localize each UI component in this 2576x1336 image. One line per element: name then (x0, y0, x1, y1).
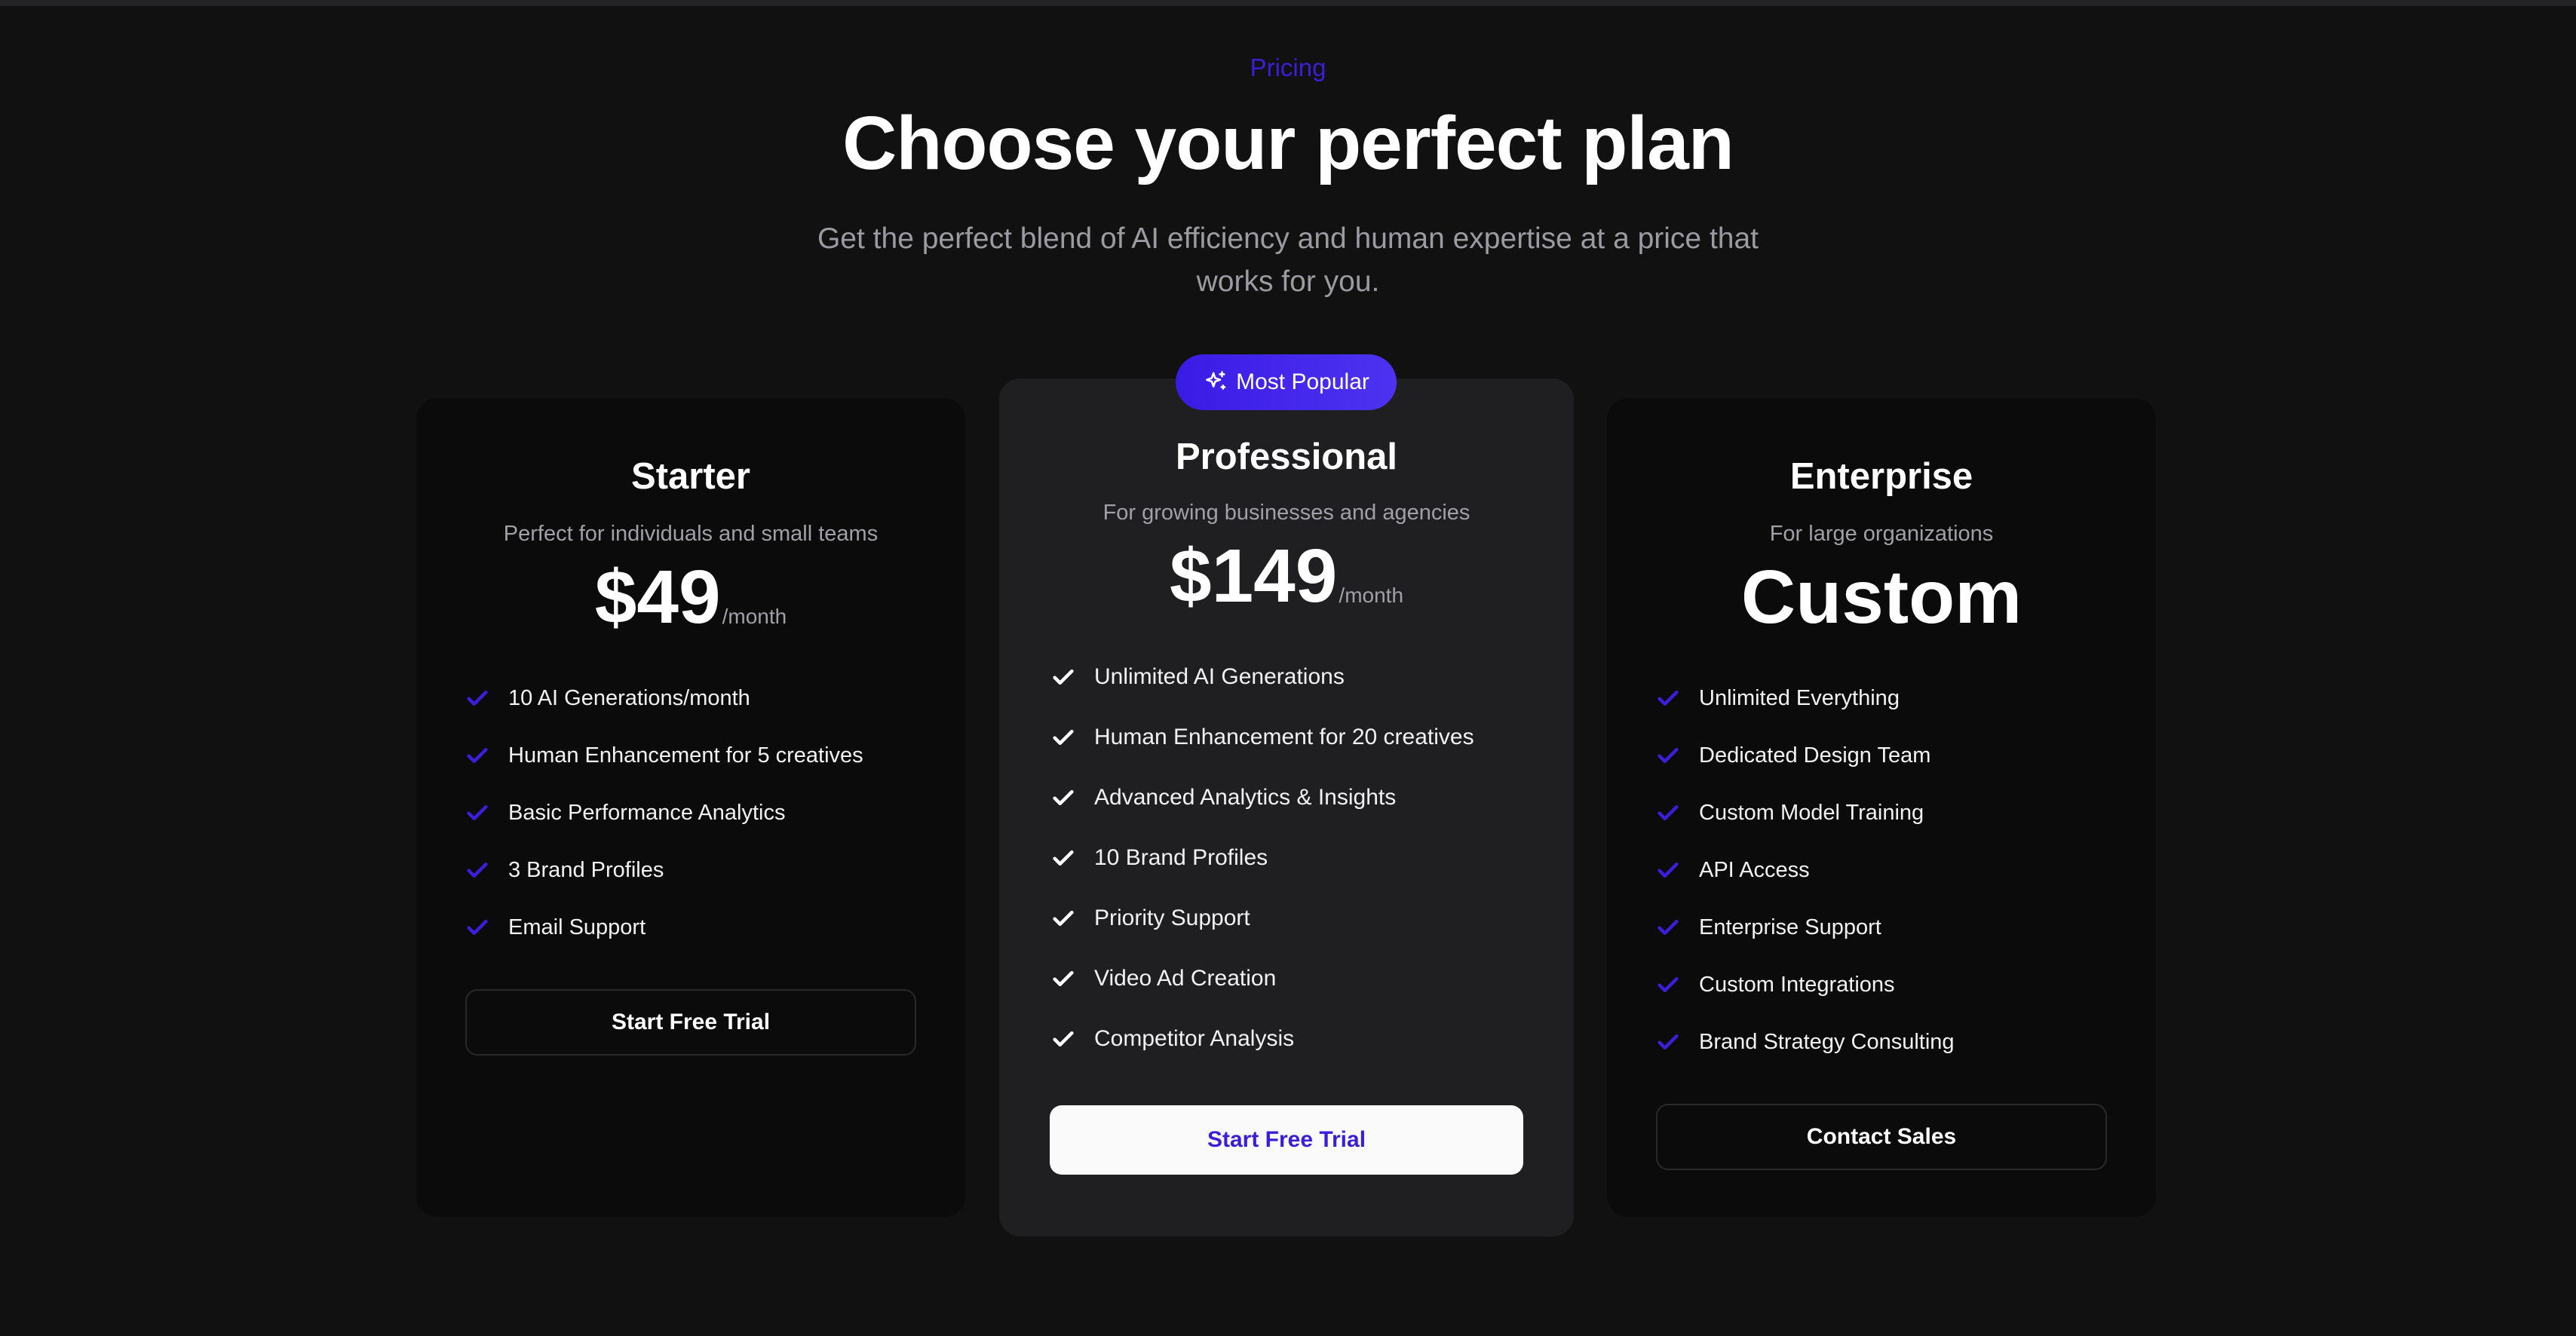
feature-item: Email Support (465, 899, 965, 956)
check-icon (1053, 789, 1074, 806)
start-free-trial-button[interactable]: Start Free Trial (465, 989, 916, 1056)
plan-price: $49 (594, 555, 721, 639)
feature-label: Competitor Analysis (1094, 1026, 1295, 1051)
feature-item: Human Enhancement for 20 creatives (1050, 707, 1574, 768)
check-icon (1658, 919, 1679, 936)
feature-label: Unlimited AI Generations (1094, 664, 1345, 689)
check-icon (1658, 747, 1679, 764)
feature-item: 3 Brand Profiles (465, 841, 965, 899)
pricing-header: Pricing Choose your perfect plan Get the… (0, 48, 2576, 303)
feature-item: Human Enhancement for 5 creatives (465, 727, 965, 784)
plan-description: For large organizations (1769, 522, 1994, 546)
feature-item: Brand Strategy Consulting (1655, 1013, 2156, 1071)
feature-item: Video Ad Creation (1050, 948, 1574, 1009)
feature-item: Priority Support (1050, 888, 1574, 948)
check-icon (1053, 669, 1074, 685)
feature-item: Custom Model Training (1655, 784, 2156, 841)
feature-label: Custom Integrations (1699, 972, 1895, 997)
check-icon (1053, 1031, 1074, 1047)
check-icon (1658, 690, 1679, 706)
plan-card-professional: Professional For growing businesses and … (999, 378, 1574, 1236)
check-icon (1658, 1034, 1679, 1050)
feature-label: Advanced Analytics & Insights (1094, 785, 1397, 810)
price-row: $49 /month (416, 559, 965, 635)
plan-name: Enterprise (1789, 456, 1973, 497)
plan-description: Perfect for individuals and small teams (503, 522, 879, 546)
most-popular-badge: Most Popular (1176, 354, 1397, 410)
feature-label: Priority Support (1094, 905, 1250, 930)
check-icon (1053, 910, 1074, 927)
feature-label: Basic Performance Analytics (508, 800, 786, 825)
feature-label: Custom Model Training (1699, 800, 1924, 825)
feature-label: Dedicated Design Team (1699, 743, 1931, 768)
plan-description: For growing businesses and agencies (1102, 501, 1470, 525)
plan-card-enterprise: Enterprise For large organizations Custo… (1607, 398, 2156, 1217)
feature-label: 10 Brand Profiles (1094, 845, 1268, 870)
feature-item: Competitor Analysis (1050, 1009, 1574, 1069)
pricing-page: Pricing Choose your perfect plan Get the… (0, 0, 2576, 1336)
sparkle-icon (1206, 371, 1226, 390)
feature-item: API Access (1655, 841, 2156, 899)
feature-item: Advanced Analytics & Insights (1050, 768, 1574, 828)
feature-label: Brand Strategy Consulting (1699, 1029, 1955, 1054)
feature-label: Video Ad Creation (1094, 966, 1277, 991)
check-icon (1053, 970, 1074, 987)
price-row: $149 /month (999, 538, 1574, 614)
check-icon (1053, 729, 1074, 746)
page-title: Choose your perfect plan (842, 101, 1734, 185)
feature-item: Basic Performance Analytics (465, 784, 965, 841)
top-divider (0, 0, 2576, 6)
contact-sales-button[interactable]: Contact Sales (1656, 1104, 2107, 1170)
feature-label: Unlimited Everything (1699, 685, 1900, 710)
check-icon (1658, 862, 1679, 878)
feature-item: Custom Integrations (1655, 956, 2156, 1013)
feature-list: 10 AI Generations/month Human Enhancemen… (465, 670, 965, 956)
price-period: /month (1339, 584, 1404, 607)
feature-label: 3 Brand Profiles (508, 857, 664, 882)
plan-name: Starter (631, 456, 750, 497)
feature-label: Human Enhancement for 5 creatives (508, 743, 863, 768)
feature-item: Enterprise Support (1655, 899, 2156, 956)
feature-label: API Access (1699, 857, 1810, 882)
feature-item: 10 Brand Profiles (1050, 828, 1574, 888)
check-icon (467, 862, 488, 878)
start-free-trial-button[interactable]: Start Free Trial (1050, 1105, 1523, 1175)
feature-list: Unlimited AI Generations Human Enhanceme… (1050, 647, 1574, 1069)
check-icon (467, 747, 488, 764)
check-icon (1658, 804, 1679, 821)
feature-item: 10 AI Generations/month (465, 670, 965, 727)
feature-label: Email Support (508, 915, 646, 939)
feature-item: Unlimited Everything (1655, 670, 2156, 727)
check-icon (467, 919, 488, 936)
plan-price: $149 (1169, 534, 1338, 618)
section-eyebrow: Pricing (1250, 54, 1326, 81)
check-icon (467, 690, 488, 706)
feature-item: Dedicated Design Team (1655, 727, 2156, 784)
plan-name: Professional (1175, 437, 1398, 477)
feature-label: 10 AI Generations/month (508, 685, 750, 710)
check-icon (1053, 850, 1074, 866)
page-subtitle: Get the perfect blend of AI efficiency a… (817, 222, 1759, 298)
feature-label: Human Enhancement for 20 creatives (1094, 725, 1474, 749)
check-icon (467, 804, 488, 821)
plan-price: Custom (1740, 555, 2022, 639)
feature-list: Unlimited Everything Dedicated Design Te… (1655, 670, 2156, 1071)
plan-card-starter: Starter Perfect for individuals and smal… (416, 398, 965, 1217)
price-period: /month (722, 605, 787, 628)
price-row: Custom (1607, 559, 2156, 635)
feature-label: Enterprise Support (1699, 915, 1881, 939)
check-icon (1658, 976, 1679, 993)
feature-item: Unlimited AI Generations (1050, 647, 1574, 707)
badge-label: Most Popular (1236, 369, 1369, 394)
